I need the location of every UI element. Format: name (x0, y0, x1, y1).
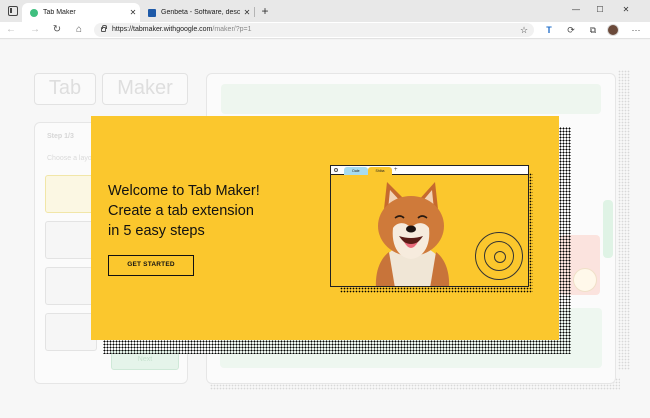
welcome-heading: Welcome to Tab Maker! Create a tab exten… (108, 181, 308, 241)
url-path: /maker/?p=1 (212, 26, 252, 33)
layout-option[interactable] (45, 175, 97, 213)
reload-button[interactable]: ↻ (50, 23, 64, 37)
welcome-modal: Welcome to Tab Maker! Create a tab exten… (91, 116, 559, 340)
heading-line: Create a tab extension (108, 203, 254, 219)
dog-face-icon (494, 251, 506, 263)
preview-block (603, 200, 613, 258)
tab-actions-icon[interactable] (8, 6, 18, 16)
lock-icon (101, 25, 107, 32)
preview-banner (221, 84, 601, 114)
step-label: Step 1/3 (47, 133, 74, 140)
collections-icon[interactable]: ⧉ (587, 24, 599, 36)
maximize-button[interactable]: ☐ (588, 3, 612, 17)
logo-tab: Tab (34, 73, 96, 105)
back-button[interactable]: ← (4, 23, 18, 37)
decorative-dots (618, 70, 630, 370)
tab-maker-favicon-icon (30, 8, 38, 17)
browser-tab-bar: Tab Maker ✕ Genbeta - Software, descarga… (0, 0, 650, 22)
tab-separator (254, 7, 255, 17)
more-menu-icon[interactable]: ··· (630, 24, 642, 36)
logo-maker: Maker (102, 73, 188, 105)
new-tab-button[interactable]: + (258, 3, 272, 19)
browser-toolbar: ← → ↻ ⌂ https://tabmaker.withgoogle.com/… (0, 22, 650, 39)
close-tab-icon[interactable]: ✕ (126, 8, 140, 17)
close-window-button[interactable]: ✕ (614, 3, 638, 17)
home-button[interactable]: ⌂ (72, 23, 86, 37)
profile-avatar[interactable] (607, 24, 619, 36)
sync-icon[interactable]: ⟳ (565, 24, 577, 36)
new-tab-preview: Dale Shiba + (330, 165, 529, 287)
layout-option[interactable] (45, 267, 97, 305)
tab-tab-maker[interactable]: Tab Maker ✕ (22, 3, 140, 22)
url-host: https://tabmaker.withgoogle.com (112, 26, 213, 33)
stamp-inner-ring (484, 241, 514, 271)
sticker-icon (573, 268, 597, 292)
genbeta-favicon-icon (148, 8, 156, 17)
minimize-button[interactable]: — (564, 3, 588, 17)
heading-line: Welcome to Tab Maker! (108, 183, 260, 199)
add-favorite-icon[interactable]: ☆ (518, 24, 530, 36)
address-bar[interactable]: https://tabmaker.withgoogle.com/maker/?p… (94, 23, 534, 37)
internet-doggo-stamp (475, 232, 523, 280)
get-started-button[interactable]: GET STARTED (108, 255, 194, 276)
step-subtitle: Choose a layout (47, 155, 98, 162)
close-tab-icon[interactable]: ✕ (240, 8, 254, 17)
heading-line: in 5 easy steps (108, 223, 205, 239)
layout-option[interactable] (45, 221, 97, 259)
tab-title: Genbeta - Software, descargas, r... (161, 9, 240, 16)
extension-icon[interactable]: T (543, 24, 555, 36)
tab-title: Tab Maker (43, 9, 76, 16)
layout-option[interactable] (45, 313, 97, 351)
forward-button[interactable]: → (28, 23, 42, 37)
tab-genbeta[interactable]: Genbeta - Software, descargas, r... ✕ (140, 3, 254, 22)
